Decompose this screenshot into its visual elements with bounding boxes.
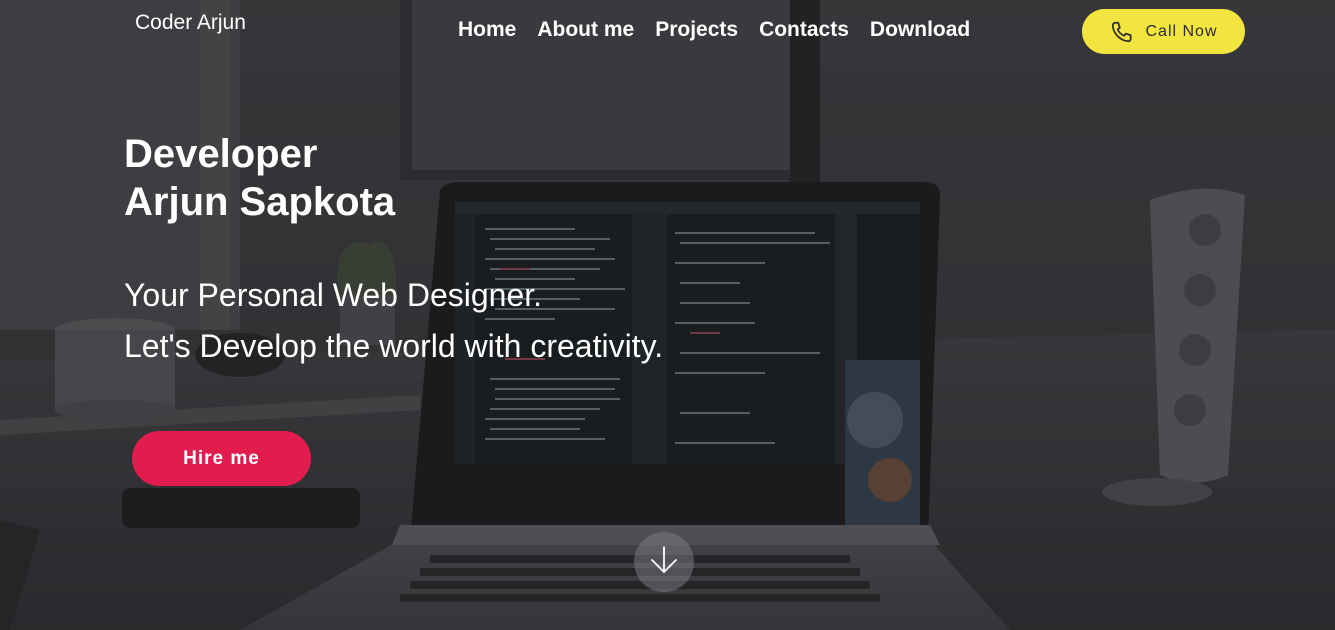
hire-me-button[interactable]: Hire me	[132, 431, 311, 486]
call-now-label: Call Now	[1145, 22, 1218, 40]
nav-item-about-me[interactable]: About me	[537, 18, 634, 42]
headline-role: Developer	[124, 132, 318, 176]
phone-icon	[1109, 19, 1135, 45]
nav-item-projects[interactable]: Projects	[655, 18, 738, 42]
main-nav: Home About me Projects Contacts Download	[458, 18, 970, 42]
tagline-line-2: Let's Develop the world with creativity.	[124, 328, 664, 364]
hero-headline: Developer Arjun Sapkota	[124, 130, 395, 226]
tagline-line-1: Your Personal Web Designer.	[124, 277, 543, 313]
hero-section: Coder Arjun Home About me Projects Conta…	[0, 0, 1335, 630]
arrow-down-icon	[647, 543, 681, 582]
hero-tagline: Your Personal Web Designer. Let's Develo…	[124, 270, 663, 372]
nav-item-home[interactable]: Home	[458, 18, 516, 42]
brand-logo[interactable]: Coder Arjun	[135, 11, 246, 35]
scroll-down-button[interactable]	[634, 532, 694, 592]
nav-item-contacts[interactable]: Contacts	[759, 18, 849, 42]
call-now-button[interactable]: Call Now	[1082, 9, 1245, 54]
nav-item-download[interactable]: Download	[870, 18, 970, 42]
headline-name: Arjun Sapkota	[124, 180, 396, 224]
